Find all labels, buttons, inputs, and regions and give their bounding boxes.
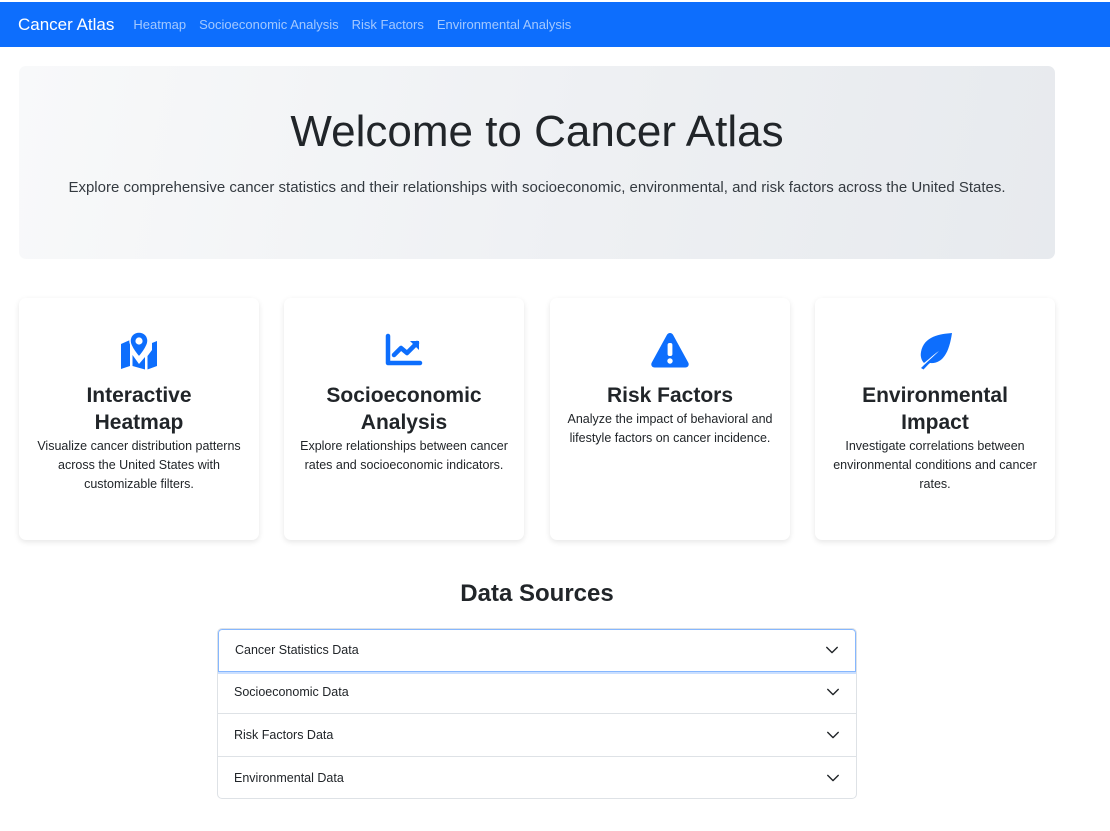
nav-link-heatmap[interactable]: Heatmap xyxy=(133,17,186,32)
brand-link[interactable]: Cancer Atlas xyxy=(18,15,114,35)
feature-card-risk-factors: Risk Factors Analyze the impact of behav… xyxy=(550,298,790,540)
chevron-down-icon xyxy=(827,731,839,739)
hero-subtitle: Explore comprehensive cancer statistics … xyxy=(68,179,1006,196)
hero-title: Welcome to Cancer Atlas xyxy=(290,107,784,156)
nav-link-environmental[interactable]: Environmental Analysis xyxy=(437,17,571,32)
card-title-line2: Impact xyxy=(901,411,969,434)
card-title-line2: Heatmap xyxy=(94,411,184,434)
data-sources-heading: Data Sources xyxy=(460,580,614,607)
warning-triangle-icon xyxy=(651,333,689,368)
accordion-item-cancer-statistics[interactable]: Cancer Statistics Data xyxy=(218,629,856,672)
leaf-icon xyxy=(920,333,952,370)
data-sources-accordion: Cancer Statistics Data Socioeconomic Dat… xyxy=(217,628,857,799)
accordion-item-risk-factors[interactable]: Risk Factors Data xyxy=(218,714,856,757)
map-location-icon xyxy=(121,331,157,370)
accordion-item-label: Socioeconomic Data xyxy=(234,685,349,700)
nav-link-socioeconomic[interactable]: Socioeconomic Analysis xyxy=(199,17,338,32)
chevron-down-icon xyxy=(826,646,838,654)
card-description: Analyze the impact of behavioral and lif… xyxy=(567,412,773,445)
accordion-item-environmental[interactable]: Environmental Data xyxy=(218,757,856,799)
chevron-down-icon xyxy=(827,688,839,696)
hero-banner: Welcome to Cancer Atlas Explore comprehe… xyxy=(19,66,1055,259)
card-title-line1: Environmental xyxy=(862,384,1008,407)
chevron-down-icon xyxy=(827,774,839,782)
card-description: Visualize cancer distribution patterns a… xyxy=(37,439,241,491)
card-description: Explore relationships between cancer rat… xyxy=(300,439,508,472)
line-chart-icon xyxy=(385,333,423,366)
feature-card-socioeconomic: Socioeconomic Analysis Explore relations… xyxy=(284,298,524,540)
card-title-line1: Interactive xyxy=(86,384,192,407)
accordion-item-label: Risk Factors Data xyxy=(234,727,334,742)
top-navbar: Cancer Atlas Heatmap Socioeconomic Analy… xyxy=(0,2,1110,47)
card-title-line2: Analysis xyxy=(360,411,448,434)
feature-card-heatmap: Interactive Heatmap Visualize cancer dis… xyxy=(19,298,259,540)
accordion-item-label: Environmental Data xyxy=(234,770,344,785)
feature-card-environmental: Environmental Impact Investigate correla… xyxy=(815,298,1055,540)
accordion-item-label: Cancer Statistics Data xyxy=(235,643,359,658)
card-description: Investigate correlations between environ… xyxy=(833,439,1037,491)
accordion-item-socioeconomic[interactable]: Socioeconomic Data xyxy=(218,672,856,714)
card-title-line1: Socioeconomic xyxy=(326,384,482,407)
nav-link-risk-factors[interactable]: Risk Factors xyxy=(352,17,424,32)
card-title-line1: Risk Factors xyxy=(606,384,734,407)
